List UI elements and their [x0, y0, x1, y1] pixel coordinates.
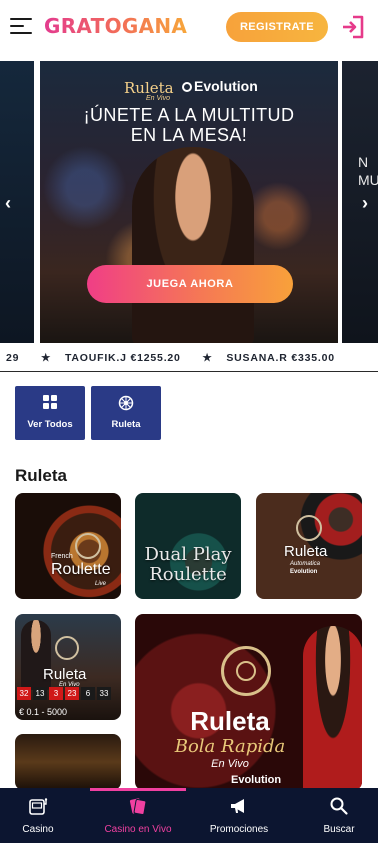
game-tile-ruleta-en-vivo[interactable]: Ruleta En Vivo 32 13 3 23 6 33 € 0.1 - 5…	[15, 614, 121, 720]
nav-buscar[interactable]: Buscar	[300, 788, 378, 843]
roulette-emblem-icon	[296, 515, 322, 541]
carousel-prev-icon[interactable]: ‹	[5, 193, 11, 214]
cards-icon	[86, 796, 190, 816]
nav-casino[interactable]: Casino	[0, 788, 76, 843]
promo-carousel[interactable]: Ruleta En Vivo Evolution ¡ÚNETE A LA MUL…	[0, 59, 378, 344]
result-number: 32	[17, 687, 31, 700]
section-title: Ruleta	[15, 466, 67, 485]
grid-icon	[15, 395, 85, 412]
login-icon[interactable]	[340, 14, 366, 40]
next-slide-peek-text: N MU	[358, 154, 378, 188]
slide-headline-2: EN LA MESA!	[130, 125, 248, 145]
result-number: 6	[81, 687, 95, 700]
ticker-item: TAOUFIK.J €1255.20	[64, 352, 181, 364]
bet-limit: € 0.1 - 5000	[19, 707, 68, 717]
search-icon	[300, 796, 378, 816]
result-number: 3	[49, 687, 63, 700]
game-tile-ruleta-automatica[interactable]: Ruleta Automatica Evolution	[256, 493, 362, 599]
recent-results: 32 13 3 23 6 33	[17, 687, 111, 700]
dealer-image	[132, 147, 254, 343]
ticker-item: 29	[6, 352, 20, 364]
next-slide[interactable]: N MU	[342, 61, 378, 343]
game-tile-ruleta-bola-rapida[interactable]: Ruleta Bola Rapida En Vivo Evolution	[135, 614, 362, 790]
result-number: 33	[97, 687, 111, 700]
star-icon: ★	[41, 352, 52, 364]
play-now-button[interactable]: JUEGA AHORA	[87, 265, 293, 303]
result-number: 23	[65, 687, 79, 700]
game-title: Ruleta	[43, 666, 87, 683]
winners-ticker: 29 ★ TAOUFIK.J €1255.20 ★ SUSANA.R €335.…	[0, 344, 378, 372]
roulette-emblem-icon	[55, 636, 79, 660]
evolution-logo-icon	[182, 82, 192, 92]
game-tile-partial[interactable]	[15, 734, 121, 790]
roulette-icon	[91, 395, 161, 414]
filter-ruleta[interactable]: Ruleta	[91, 386, 161, 440]
bottom-nav: Casino Casino en Vivo Promociones Buscar	[0, 788, 378, 843]
brand-logo[interactable]: GRATOGANA	[44, 14, 187, 38]
carousel-next-icon[interactable]: ›	[362, 193, 368, 214]
slide-headline-1: ¡ÚNETE A LA MULTITUD	[83, 105, 295, 125]
megaphone-icon	[192, 796, 286, 816]
register-button[interactable]: REGISTRATE	[226, 12, 328, 42]
game-title: Ruleta	[284, 543, 328, 560]
promo-slide[interactable]: Ruleta En Vivo Evolution ¡ÚNETE A LA MUL…	[40, 61, 338, 343]
nav-promociones[interactable]: Promociones	[192, 788, 286, 843]
game-title: Roulette	[51, 561, 111, 578]
slot-machine-icon	[0, 796, 76, 816]
game-tile-french-roulette[interactable]: French Roulette Live	[15, 493, 121, 599]
slide-provider: Evolution	[182, 78, 258, 94]
top-header: GRATOGANA REGISTRATE	[0, 0, 378, 56]
slide-game-sub: En Vivo	[146, 95, 170, 102]
ticker-item: SUSANA.R €335.00	[226, 352, 335, 364]
game-title: Ruleta	[190, 706, 270, 736]
game-tile-dual-play-roulette[interactable]: Dual Play Roulette	[135, 493, 241, 599]
game-title: Dual Play Roulette	[144, 544, 232, 585]
result-number: 13	[33, 687, 47, 700]
roulette-emblem-icon	[221, 646, 271, 696]
menu-icon[interactable]	[10, 16, 34, 36]
active-tab-indicator	[90, 788, 186, 791]
star-icon: ★	[202, 352, 213, 364]
roulette-emblem-icon	[75, 533, 101, 559]
filter-ver-todos[interactable]: Ver Todos	[15, 386, 85, 440]
nav-casino-en-vivo[interactable]: Casino en Vivo	[86, 788, 190, 843]
